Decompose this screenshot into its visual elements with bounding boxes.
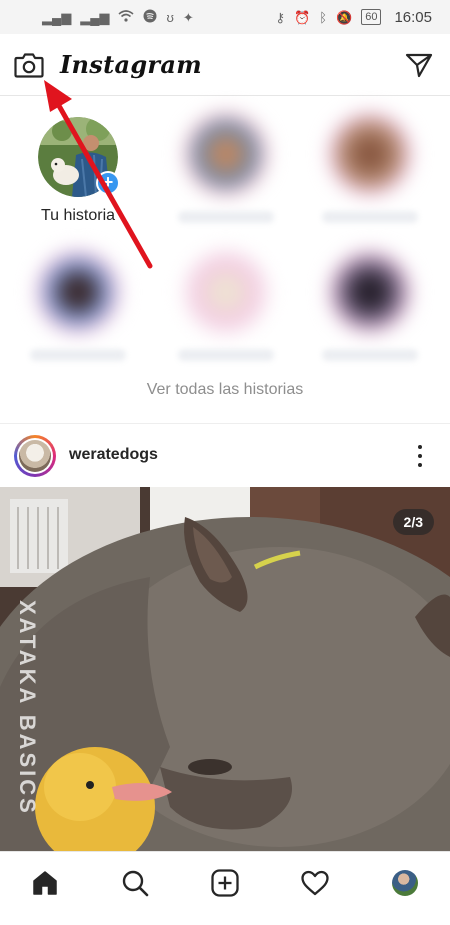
camera-icon <box>14 53 44 78</box>
wifi-icon <box>118 10 134 24</box>
more-dot <box>418 445 422 449</box>
system-nav-strip <box>0 913 450 925</box>
nav-search[interactable] <box>112 860 158 906</box>
gps-icon: ✦ <box>182 9 194 25</box>
post-header: weratedogs <box>0 423 450 487</box>
signal-icon: ▂▄▆ <box>80 9 110 25</box>
alarm-icon: ⏰ <box>294 9 311 25</box>
top-app-bar: Instagram <box>0 34 450 96</box>
story-name-blurred <box>322 211 418 223</box>
direct-message-icon <box>405 53 433 78</box>
story-avatar <box>35 249 121 335</box>
camera-button[interactable] <box>12 48 46 82</box>
avatar-image <box>19 440 51 472</box>
see-all-stories-link[interactable]: Ver todas las historias <box>0 381 450 399</box>
profile-icon <box>392 869 418 896</box>
story-name-blurred <box>30 349 126 361</box>
nav-activity[interactable] <box>292 860 338 906</box>
post-image[interactable]: 2/3 <box>0 487 450 851</box>
nav-new-post[interactable] <box>202 860 248 906</box>
direct-messages-button[interactable] <box>402 48 436 82</box>
carousel-counter: 2/3 <box>392 509 434 535</box>
new-post-icon <box>211 868 239 897</box>
nav-home[interactable] <box>22 860 68 906</box>
story-item[interactable] <box>156 111 296 223</box>
own-story-label: Tu historia <box>40 207 116 224</box>
key-icon: ⚷ <box>275 9 286 25</box>
story-item[interactable] <box>156 249 296 361</box>
stories-tray: + Tu historia Ver todas las historias <box>0 97 450 422</box>
nav-profile[interactable] <box>382 860 428 906</box>
more-dot <box>418 454 422 458</box>
story-name-blurred <box>178 211 274 223</box>
xataka-watermark: XATAKA BASICS <box>15 600 40 816</box>
story-avatar <box>327 111 413 197</box>
search-icon <box>122 870 149 896</box>
home-icon <box>33 870 57 895</box>
bottom-navigation <box>0 851 450 913</box>
story-item[interactable] <box>8 249 148 361</box>
add-story-badge[interactable]: + <box>96 171 120 195</box>
clock: 16:05 <box>394 8 432 26</box>
post-options-button[interactable] <box>408 444 432 468</box>
story-avatar <box>183 249 269 335</box>
wifi-tether-icon: ʊ <box>166 9 174 25</box>
activity-icon <box>301 870 329 895</box>
story-item[interactable] <box>300 111 440 223</box>
story-name-blurred <box>322 349 418 361</box>
mute-icon: 🔕 <box>336 9 353 25</box>
battery-icon: 60 <box>361 9 382 25</box>
story-name-blurred <box>178 349 274 361</box>
spotify-icon <box>143 9 157 25</box>
status-bar: ▂▄▆ ▂▄▆ ʊ ✦ ⚷ ⏰ ᛒ 🔕 60 16:05 <box>0 0 450 34</box>
more-dot <box>418 463 422 467</box>
story-avatar <box>327 249 413 335</box>
status-bar-right: ⚷ ⏰ ᛒ 🔕 60 16:05 <box>275 9 432 26</box>
dog-duckling-photo <box>0 487 450 851</box>
own-story-avatar[interactable]: + <box>38 117 120 197</box>
story-own[interactable]: + Tu historia <box>8 117 148 227</box>
post-author-avatar[interactable] <box>14 435 56 477</box>
story-avatar <box>183 111 269 197</box>
post-username[interactable]: weratedogs <box>69 446 158 464</box>
story-item[interactable] <box>300 249 440 361</box>
bluetooth-icon: ᛒ <box>319 9 328 25</box>
status-bar-left: ▂▄▆ ▂▄▆ ʊ ✦ <box>42 9 194 25</box>
avatar-border <box>17 438 53 474</box>
instagram-logo: Instagram <box>60 50 202 79</box>
signal-icon: ▂▄▆ <box>42 9 72 25</box>
